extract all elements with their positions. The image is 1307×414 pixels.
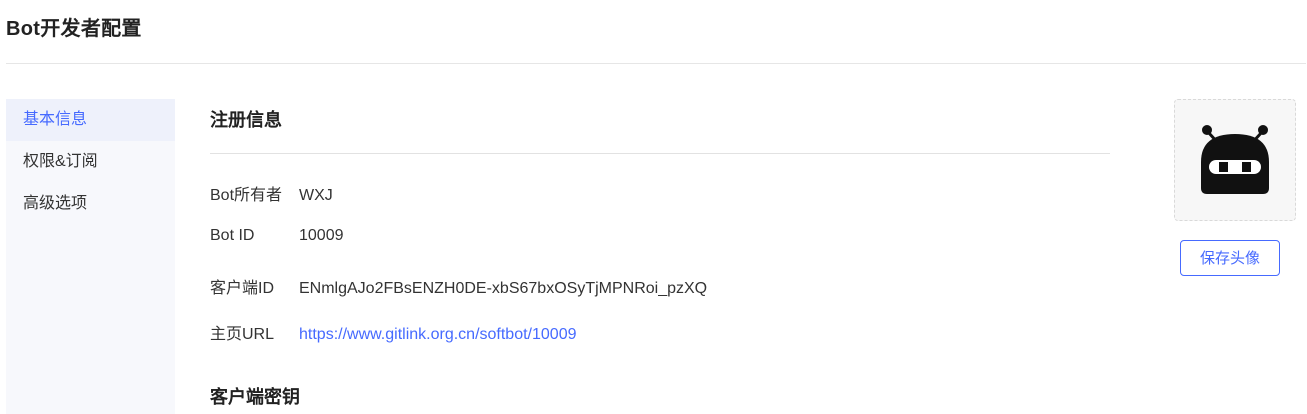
field-label-homepage: 主页URL: [210, 326, 275, 343]
field-label-client-id: 客户端ID: [210, 280, 275, 297]
robot-icon: [1201, 125, 1269, 194]
field-row-homepage: 主页URL https://www.gitlink.org.cn/softbot/…: [210, 320, 576, 344]
field-value-bot-id: 10009: [299, 227, 344, 244]
homepage-url-link[interactable]: https://www.gitlink.org.cn/softbot/10009: [299, 326, 576, 343]
field-label-owner: Bot所有者: [210, 187, 283, 204]
field-row-bot-id: Bot ID 10009: [210, 227, 344, 245]
field-row-owner: Bot所有者 WXJ: [210, 181, 333, 205]
sidebar-item-basic-info[interactable]: 基本信息: [6, 99, 175, 141]
sidebar-item-advanced[interactable]: 高级选项: [6, 183, 175, 225]
sidebar: 基本信息 权限&订阅 高级选项: [6, 99, 175, 414]
avatar-upload[interactable]: [1174, 99, 1296, 221]
field-value-owner: WXJ: [299, 187, 333, 204]
section-title-registration: 注册信息: [210, 110, 282, 130]
sidebar-item-permissions[interactable]: 权限&订阅: [6, 141, 175, 183]
section-title-client-secret: 客户端密钥: [210, 387, 300, 407]
field-row-client-id: 客户端ID ENmlgAJo2FBsENZH0DE-xbS67bxOSyTjMPN…: [210, 274, 707, 298]
field-value-client-id: ENmlgAJo2FBsENZH0DE-xbS67bxOSyTjMPNRoi_p…: [299, 280, 708, 297]
section-divider: [210, 153, 1110, 154]
field-label-bot-id: Bot ID: [210, 227, 255, 244]
header-divider: [6, 63, 1306, 64]
page-title: Bot开发者配置: [6, 18, 142, 40]
save-avatar-button[interactable]: 保存头像: [1180, 240, 1280, 276]
